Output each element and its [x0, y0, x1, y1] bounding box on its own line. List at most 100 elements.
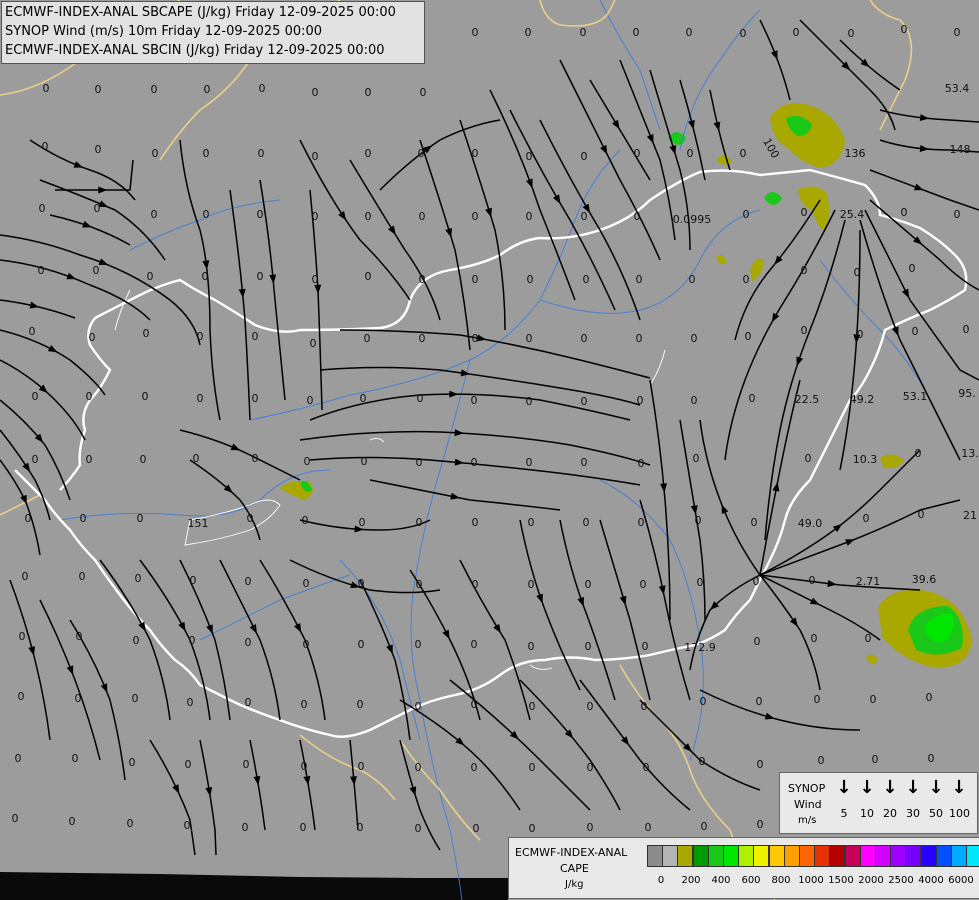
- cape-zero-label: 0: [25, 512, 32, 525]
- cape-value-label: 2.71: [856, 575, 881, 588]
- cape-zero-label: 0: [472, 273, 479, 286]
- cape-zero-label: 0: [129, 756, 136, 769]
- cape-zero-label: 0: [361, 455, 368, 468]
- cape-zero-label: 0: [691, 332, 698, 345]
- cape-zero-label: 0: [528, 640, 535, 653]
- cape-zero-label: 0: [472, 210, 479, 223]
- cape-zero-label: 0: [809, 574, 816, 587]
- cape-zero-label: 0: [300, 821, 307, 834]
- wind-legend-item: ↓ 20: [880, 777, 900, 820]
- cape-zero-label: 0: [918, 508, 925, 521]
- cape-scale-label: 800: [771, 875, 791, 886]
- cape-zero-label: 0: [757, 758, 764, 771]
- cape-zero-label: 0: [147, 270, 154, 283]
- cape-zero-label: 0: [301, 760, 308, 773]
- wind-legend-subtitle: Wind: [794, 798, 822, 811]
- cape-zero-label: 0: [303, 638, 310, 651]
- wind-legend-value: 5: [840, 807, 848, 820]
- cape-zero-label: 0: [581, 395, 588, 408]
- cape-value-label: 148: [950, 143, 971, 156]
- cape-scale-label: 1000: [798, 875, 824, 886]
- cape-zero-label: 0: [471, 394, 478, 407]
- cape-zero-label: 0: [43, 82, 50, 95]
- cape-zero-label: 0: [529, 700, 536, 713]
- cape-value-label: 95.: [958, 387, 976, 400]
- cape-zero-label: 0: [358, 577, 365, 590]
- cape-zero-label: 0: [848, 27, 855, 40]
- cape-zero-label: 0: [801, 264, 808, 277]
- cape-zero-label: 0: [203, 147, 210, 160]
- cape-zero-label: 0: [528, 578, 535, 591]
- cape-zero-label: 0: [307, 394, 314, 407]
- cape-zero-label: 0: [312, 273, 319, 286]
- cape-zero-label: 0: [637, 394, 644, 407]
- cape-zero-label: 0: [753, 575, 760, 588]
- cape-zero-label: 0: [32, 453, 39, 466]
- cape-zero-label: 0: [693, 452, 700, 465]
- cape-value-label: 49.2: [850, 393, 875, 406]
- title-box: ECMWF-INDEX-ANAL SBCAPE (J/kg) Friday 12…: [1, 1, 425, 64]
- cape-zero-label: 0: [258, 147, 265, 160]
- cape-zero-label: 0: [152, 147, 159, 160]
- wind-legend-item: ↓ 30: [903, 777, 923, 820]
- cape-zero-label: 0: [418, 147, 425, 160]
- cape-value-label: 53.4: [945, 82, 970, 95]
- cape-legend: ECMWF-INDEX-ANAL CAPE J/kg 0 200 400 600 800…: [508, 837, 979, 899]
- cape-value-label: 53.1: [903, 390, 928, 403]
- cape-color-swatch: [662, 845, 679, 867]
- cape-zero-label: 0: [312, 86, 319, 99]
- cape-zero-label: 0: [80, 512, 87, 525]
- cape-zero-label: 0: [94, 202, 101, 215]
- cape-zero-label: 0: [700, 695, 707, 708]
- cape-zero-label: 0: [634, 210, 641, 223]
- cape-color-swatch: [920, 845, 937, 867]
- cape-zero-label: 0: [870, 693, 877, 706]
- cape-value-label: 151: [188, 517, 209, 530]
- cape-zero-label: 0: [472, 26, 479, 39]
- cape-zero-label: 0: [86, 390, 93, 403]
- cape-zero-label: 0: [587, 761, 594, 774]
- cape-value-label: 13.: [961, 447, 979, 460]
- cape-zero-label: 0: [805, 452, 812, 465]
- cape-zero-label: 0: [581, 456, 588, 469]
- cape-zero-label: 0: [75, 692, 82, 705]
- cape-zero-label: 0: [95, 143, 102, 156]
- cape-zero-label: 0: [302, 514, 309, 527]
- cape-zero-label: 0: [140, 453, 147, 466]
- cape-color-swatch: [844, 845, 861, 867]
- cape-scale-label: 400: [711, 875, 731, 886]
- cape-zero-label: 0: [416, 456, 423, 469]
- cape-zero-label: 0: [416, 578, 423, 591]
- cape-zero-label: 0: [585, 640, 592, 653]
- cape-value-label: 49.0: [798, 517, 823, 530]
- cape-zero-label: 0: [357, 698, 364, 711]
- cape-value-label: 10.3: [853, 453, 878, 466]
- cape-zero-label: 0: [252, 330, 259, 343]
- cape-color-swatch: [799, 845, 815, 867]
- wind-legend: SYNOP Wind m/s ↓ 5 ↓ 10 ↓ 20 ↓ 30 ↓ 50 ↓ 100: [779, 772, 978, 834]
- down-arrow-icon: ↓: [951, 777, 967, 798]
- cape-zero-label: 0: [854, 266, 861, 279]
- cape-zero-label: 0: [471, 698, 478, 711]
- cape-zero-label: 0: [151, 208, 158, 221]
- cape-color-swatch: [890, 845, 907, 867]
- cape-zero-label: 0: [926, 691, 933, 704]
- cape-zero-label: 0: [901, 23, 908, 36]
- title-cin: ECMWF-INDEX-ANAL SBCIN (J/kg) Friday 12-…: [5, 43, 385, 58]
- wind-legend-value: 100: [949, 807, 970, 820]
- cape-value-label: 0.0995: [673, 213, 712, 226]
- cape-zero-label: 0: [312, 210, 319, 223]
- cape-zero-label: 0: [471, 456, 478, 469]
- cape-zero-label: 0: [583, 273, 590, 286]
- wind-legend-title: SYNOP: [788, 782, 826, 795]
- cape-zero-label: 0: [525, 26, 532, 39]
- cape-zero-label: 0: [86, 453, 93, 466]
- cape-zero-label: 0: [22, 570, 29, 583]
- cape-zero-label: 0: [954, 26, 961, 39]
- cape-zero-label: 0: [640, 578, 647, 591]
- cape-scale-label: 6000: [948, 875, 974, 886]
- cape-zero-label: 0: [641, 700, 648, 713]
- cape-zero-label: 0: [585, 578, 592, 591]
- cape-color-swatch: [935, 845, 952, 867]
- cape-zero-label: 0: [740, 147, 747, 160]
